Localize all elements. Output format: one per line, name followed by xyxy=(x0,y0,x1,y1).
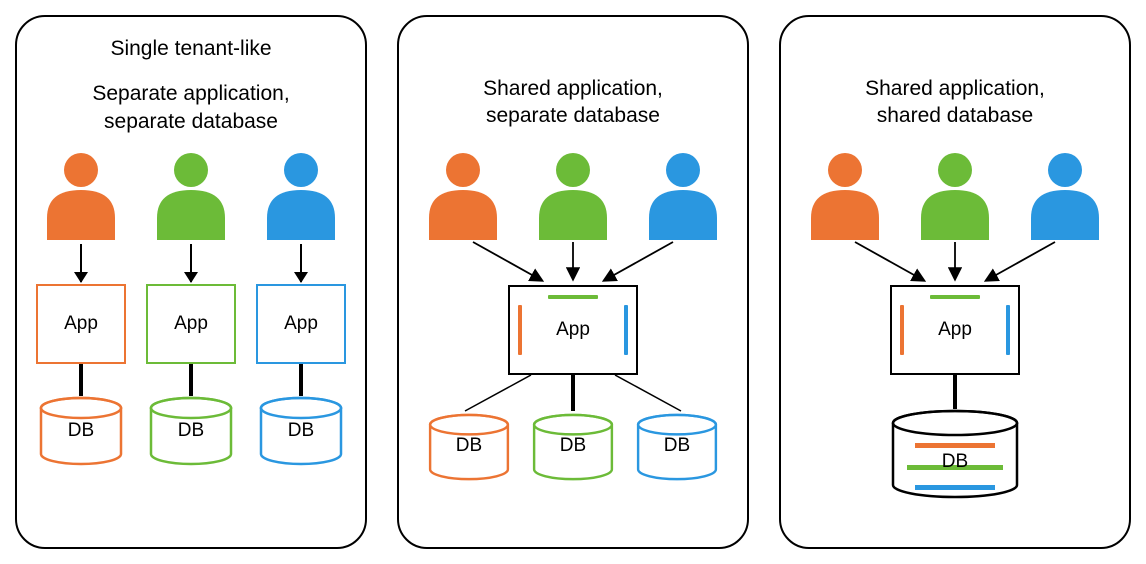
apps-row: App App App xyxy=(36,284,346,364)
user-icon xyxy=(911,150,999,240)
panel-heading-2: Separate application, separate database xyxy=(92,80,289,135)
panel-title: Shared application, separate database xyxy=(483,35,663,150)
diverging-connectors xyxy=(423,375,723,413)
databases-row: DB DB DB xyxy=(36,396,346,442)
panel-title: Shared application, shared database xyxy=(865,35,1045,150)
database-icon: DB xyxy=(256,396,346,442)
user-icon xyxy=(147,150,235,240)
panel-separate-separate: Single tenant-like Separate application,… xyxy=(15,15,367,549)
users-row xyxy=(419,150,727,240)
arrow-icon xyxy=(300,244,302,282)
connectors-row xyxy=(79,364,303,396)
stripe-icon xyxy=(518,305,522,355)
app-box: App xyxy=(256,284,346,364)
database-icon: DB xyxy=(36,396,126,442)
user-icon xyxy=(529,150,617,240)
user-icon xyxy=(257,150,345,240)
user-icon xyxy=(419,150,507,240)
arrow-icon xyxy=(80,244,82,282)
app-label: App xyxy=(64,313,98,335)
database-icon: DB xyxy=(885,409,1025,473)
stripe-icon xyxy=(900,305,904,355)
users-row xyxy=(801,150,1109,240)
panel-shared-separate: Shared application, separate database Ap… xyxy=(397,15,749,549)
app-label: App xyxy=(174,313,208,335)
app-label: App xyxy=(284,313,318,335)
converging-arrows xyxy=(433,240,713,285)
stripe-icon xyxy=(1006,305,1010,355)
converging-arrows xyxy=(815,240,1095,285)
app-label: App xyxy=(938,319,972,341)
connector-line xyxy=(79,364,83,396)
database-icon: DB xyxy=(146,396,236,442)
app-box: App xyxy=(508,285,638,375)
database-icon: DB xyxy=(529,413,617,457)
panel-heading-2: Shared application, separate database xyxy=(483,75,663,130)
database-icon: DB xyxy=(425,413,513,457)
user-icon xyxy=(801,150,889,240)
app-label: App xyxy=(556,319,590,341)
connector-line xyxy=(189,364,193,396)
app-box: App xyxy=(146,284,236,364)
database-icon: DB xyxy=(633,413,721,457)
panel-heading-2: Shared application, shared database xyxy=(865,75,1045,130)
connector-line xyxy=(299,364,303,396)
users-row xyxy=(37,150,345,240)
user-icon xyxy=(1021,150,1109,240)
app-box: App xyxy=(890,285,1020,375)
connector-line xyxy=(953,375,957,409)
databases-row: DB DB DB xyxy=(425,413,721,457)
stripe-icon xyxy=(624,305,628,355)
stripe-icon xyxy=(548,295,598,299)
arrows-row xyxy=(80,244,302,282)
app-box: App xyxy=(36,284,126,364)
user-icon xyxy=(639,150,727,240)
arrow-icon xyxy=(190,244,192,282)
panel-shared-shared: Shared application, shared database App xyxy=(779,15,1131,549)
user-icon xyxy=(37,150,125,240)
stripe-icon xyxy=(930,295,980,299)
panel-heading-1: Single tenant-like xyxy=(92,35,289,62)
panel-title: Single tenant-like Separate application,… xyxy=(92,35,289,150)
